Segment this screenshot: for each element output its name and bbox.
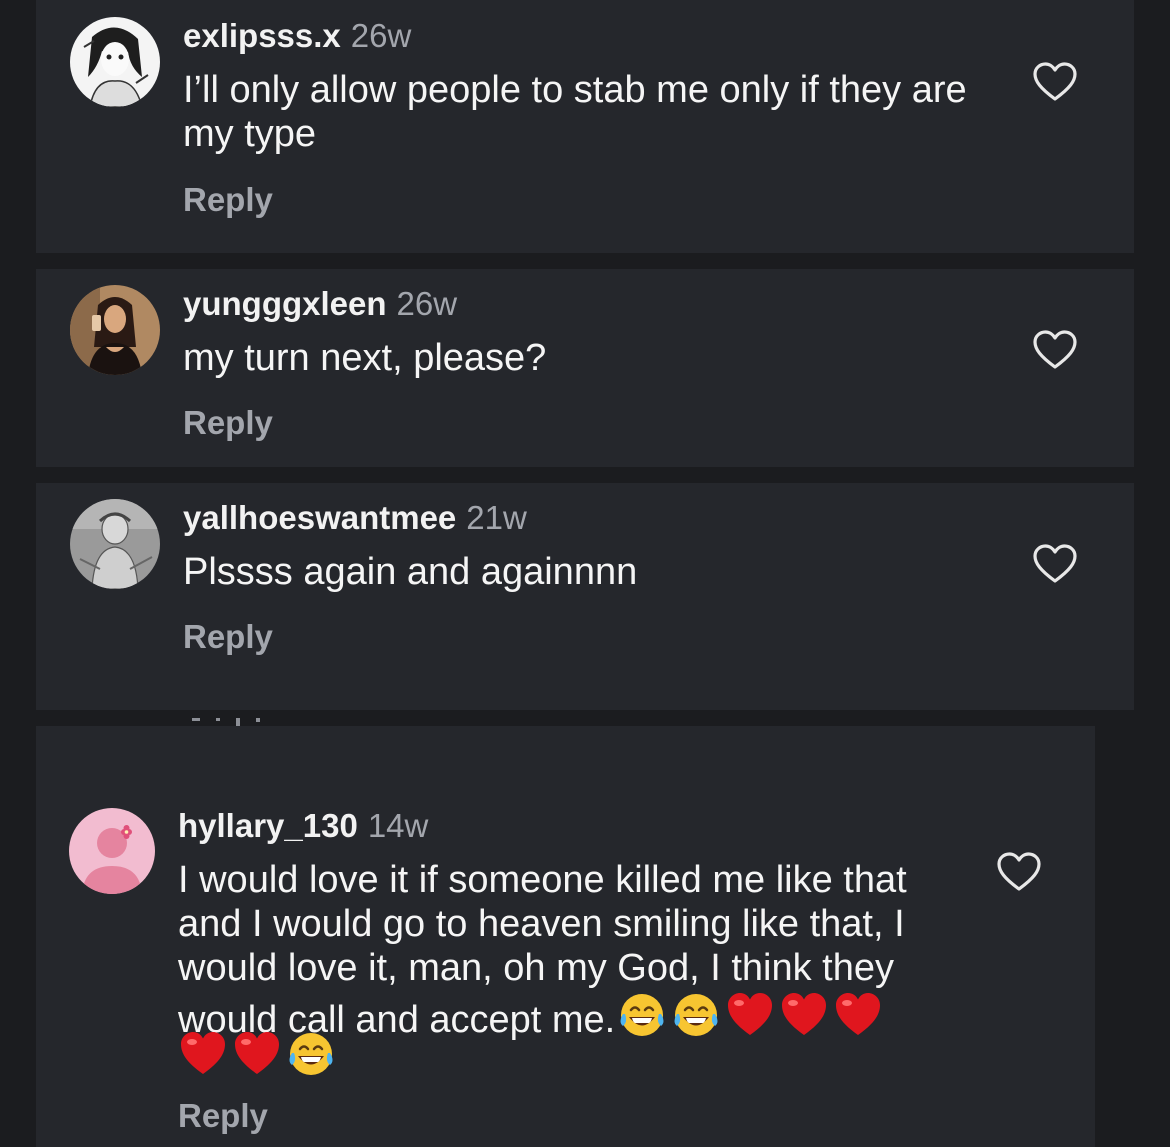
comment-text: my turn next, please? bbox=[183, 337, 547, 379]
laughing-tears-emoji-icon: 😂 bbox=[674, 994, 718, 1036]
comment-text: I’ll only allow people to stab me only i… bbox=[183, 69, 967, 155]
avatar[interactable] bbox=[70, 499, 160, 589]
heart-outline-icon[interactable] bbox=[1032, 543, 1078, 585]
avatar[interactable] bbox=[69, 808, 155, 894]
comment-card: yungggxleen 26w my turn next, please? Rep… bbox=[36, 269, 1134, 467]
red-heart-emoji-icon: ❤️ bbox=[782, 993, 827, 1035]
selfie-girl-avatar-icon bbox=[70, 285, 160, 375]
red-heart-emoji-icon: ❤️ bbox=[181, 1032, 225, 1074]
comment-card: yallhoeswantmee 21w Plssss again and agai… bbox=[36, 483, 1134, 710]
comment-card: exlipsss.x 26w I’ll only allow people to … bbox=[36, 0, 1134, 253]
red-heart-emoji-icon: ❤️ bbox=[235, 1032, 279, 1074]
comments-panel: exlipsss.x 26w I’ll only allow people to … bbox=[0, 0, 1170, 1147]
username[interactable]: hyllary_130 bbox=[178, 807, 358, 844]
username[interactable]: yungggxleen bbox=[183, 285, 387, 322]
heart-outline-icon[interactable] bbox=[1032, 329, 1078, 371]
reply-button[interactable]: Reply bbox=[183, 180, 273, 220]
anime-girl-sketch-avatar-icon bbox=[70, 17, 160, 107]
avatar[interactable] bbox=[70, 17, 160, 107]
red-heart-emoji-icon: ❤️ bbox=[836, 993, 881, 1035]
username[interactable]: yallhoeswantmee bbox=[183, 499, 456, 536]
heart-outline-icon[interactable] bbox=[1032, 61, 1078, 103]
timestamp: 26w bbox=[396, 285, 458, 322]
avatar[interactable] bbox=[70, 285, 160, 375]
default-pink-person-avatar-icon bbox=[69, 808, 155, 894]
comment-card: hyllary_130 14w I would love it if someon… bbox=[36, 726, 1095, 1147]
emoji-group: 😂😂❤️❤️❤️ bbox=[617, 990, 883, 1040]
grey-sketch-avatar-icon bbox=[70, 499, 160, 589]
timestamp: 26w bbox=[350, 17, 412, 54]
comment-header: hyllary_130 14w bbox=[178, 806, 428, 846]
comment-header: exlipsss.x 26w bbox=[183, 16, 411, 56]
heart-outline-icon[interactable] bbox=[996, 851, 1042, 893]
reply-button[interactable]: Reply bbox=[183, 617, 273, 657]
laughing-tears-emoji-icon: 😂 bbox=[620, 994, 664, 1036]
username[interactable]: exlipsss.x bbox=[183, 17, 341, 54]
comment-header: yungggxleen 26w bbox=[183, 284, 457, 324]
timestamp: 14w bbox=[367, 807, 429, 844]
comment-header: yallhoeswantmee 21w bbox=[183, 498, 527, 538]
comment-text: I would love it if someone killed me lik… bbox=[178, 858, 968, 1042]
reply-button[interactable]: Reply bbox=[178, 1096, 268, 1136]
comment-text: Plssss again and againnnn bbox=[183, 551, 638, 593]
emoji-group: ❤️❤️😂 bbox=[178, 1029, 336, 1079]
red-heart-emoji-icon: ❤️ bbox=[728, 993, 773, 1035]
laughing-tears-emoji-icon: 😂 bbox=[289, 1033, 333, 1075]
timestamp: 21w bbox=[466, 499, 527, 536]
reply-button[interactable]: Reply bbox=[183, 403, 273, 443]
